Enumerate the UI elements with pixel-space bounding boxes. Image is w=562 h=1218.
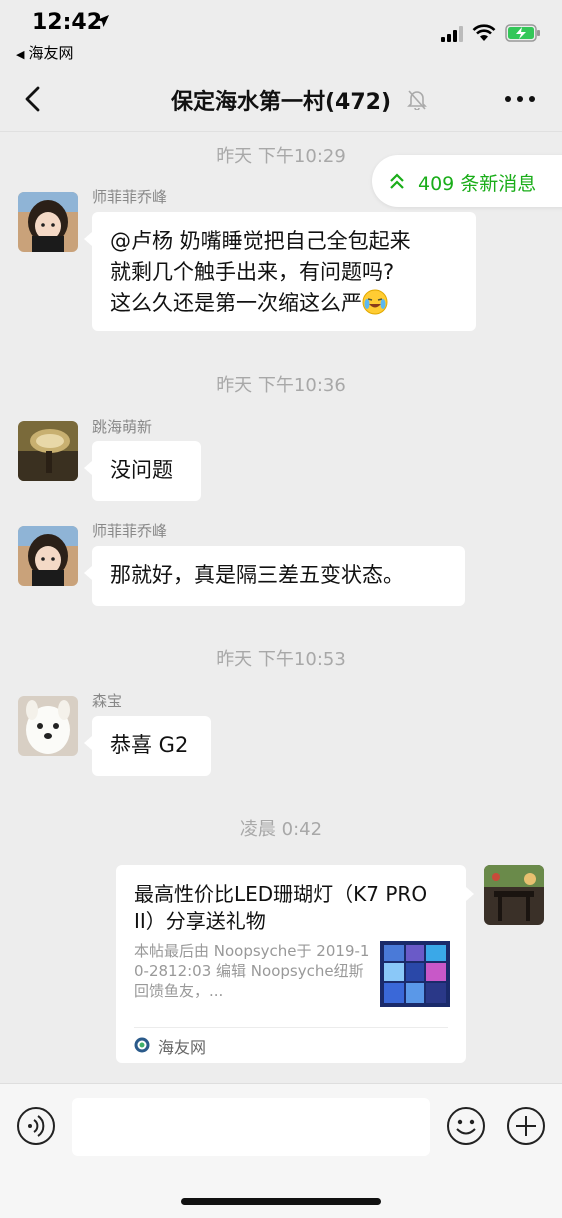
link-card-source: 海友网 [158, 1038, 207, 1057]
status-bar: 12:42 ◀ 海友网 [0, 0, 562, 66]
link-card-divider [134, 1027, 448, 1028]
new-messages-label: 409 条新消息 [418, 173, 537, 195]
avatar-image [18, 421, 78, 481]
message-input[interactable] [72, 1098, 430, 1156]
link-card[interactable]: 最高性价比LED珊瑚灯（K7 PRO II）分享送礼物 本帖最后由 Noopsy… [116, 865, 474, 1063]
location-arrow-icon [97, 15, 109, 27]
haiyou-logo-icon [134, 1037, 150, 1053]
message-bubble[interactable]: @卢杨 奶嘴睡觉把自己全包起来 就剩几个触手出来，有问题吗? 这么久还是第一次缩… [84, 212, 476, 331]
back-app-label: 海友网 [28, 44, 74, 62]
link-card-description: 本帖最后由 Noopsyche于 2019-10-2812:03 编辑 Noop… [134, 942, 370, 1000]
avatar-image [484, 865, 544, 925]
avatar-girl[interactable] [18, 526, 78, 586]
timestamp: 凌晨 0:42 [239, 819, 323, 840]
plus-icon[interactable] [506, 1106, 546, 1146]
link-card-title: 最高性价比LED珊瑚灯（K7 PRO II）分享送礼物 [134, 882, 428, 933]
avatar-dog[interactable] [18, 696, 78, 756]
back-to-app-link[interactable]: ◀ 海友网 [16, 42, 73, 63]
back-triangle-icon: ◀ [16, 48, 25, 61]
sender-name: 跳海萌新 [92, 418, 153, 436]
avatar-girl[interactable] [18, 192, 78, 252]
sender-name: 师菲菲乔峰 [92, 522, 168, 540]
chat-title: 保定海水第一村(472) [170, 90, 392, 115]
message-line: @卢杨 奶嘴睡觉把自己全包起来 [110, 229, 411, 253]
avatar-image [18, 696, 78, 756]
home-indicator[interactable] [181, 1198, 381, 1205]
emoji-icon[interactable] [446, 1106, 486, 1146]
more-dots-icon[interactable] [500, 86, 540, 112]
message-bubble[interactable]: 没问题 [84, 441, 201, 501]
timestamp: 昨天 下午10:36 [216, 375, 346, 396]
avatar-self[interactable] [484, 865, 544, 925]
battery-charging-icon [505, 24, 540, 42]
voice-icon[interactable] [16, 1106, 56, 1146]
wifi-icon [472, 24, 496, 41]
message-bubble[interactable]: 恭喜 G2 [84, 716, 211, 776]
chat-header: 保定海水第一村(472) [0, 66, 562, 132]
mute-bell-icon [407, 90, 427, 110]
message-line: 这么久还是第一次缩这么严 [110, 288, 458, 319]
status-time: 12:42 [32, 10, 103, 35]
timestamp: 昨天 下午10:53 [216, 649, 346, 670]
new-messages-button[interactable]: 409 条新消息 [372, 155, 562, 207]
message-line-text: 这么久还是第一次缩这么严 [110, 291, 362, 315]
sender-name: 师菲菲乔峰 [92, 188, 168, 206]
double-chevron-up-icon [390, 173, 404, 189]
sender-name: 森宝 [92, 692, 123, 710]
message-line: 就剩几个触手出来，有问题吗? [110, 260, 395, 284]
link-card-thumbnail [380, 941, 450, 1007]
avatar-image [18, 526, 78, 586]
message-text: 恭喜 G2 [110, 733, 189, 757]
crying-laughing-emoji-icon [362, 289, 388, 315]
message-text: 没问题 [110, 458, 173, 482]
message-bubble[interactable]: 那就好，真是隔三差五变状态。 [84, 546, 465, 606]
avatar-lamp[interactable] [18, 421, 78, 481]
avatar-image [18, 192, 78, 252]
message-text: 那就好，真是隔三差五变状态。 [110, 563, 404, 587]
signal-icon [441, 26, 463, 42]
